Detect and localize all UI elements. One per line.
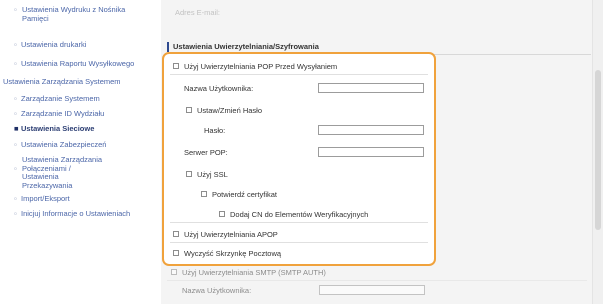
use-smtp-auth-label: Użyj Uwierzytelniania SMTP (SMTP AUTH) [182, 268, 326, 277]
bullet-icon: ▫ [14, 209, 17, 218]
confirm-certificate-label: Potwierdź certyfikat [212, 190, 278, 199]
bullet-icon: ▫ [14, 194, 17, 203]
main-content: Adres E-mail: Ustawienia Uwierzytelniani… [161, 0, 603, 304]
pop-password-label: Hasło: [204, 126, 226, 135]
bullet-icon: ▫ [14, 140, 17, 149]
pop-server-label: Serwer POP: [184, 148, 228, 157]
pop-password-input[interactable] [318, 125, 424, 135]
set-change-password-label: Ustaw/Zmień Hasło [197, 106, 263, 115]
sidebar-item-printer-settings[interactable]: ▫ Ustawienia drukarki [14, 40, 86, 50]
sidebar-item-system-management[interactable]: ▫ Zarządzanie Systemem [14, 94, 100, 104]
bullet-icon: ▫ [14, 164, 17, 173]
bullet-icon: ▫ [14, 5, 17, 14]
divider [167, 280, 587, 281]
bullet-icon: ▫ [14, 109, 17, 118]
sidebar-item-media-print[interactable]: ▫ Ustawienia Wydruku z Nośnika Pamięci [14, 5, 152, 23]
sidebar-heading-system-management[interactable]: Ustawienia Zarządzania Systemem [3, 77, 121, 86]
pop-settings-panel: Użyj Uwierzytelniania POP Przed Wysyłani… [162, 52, 436, 266]
smtp-username-label: Nazwa Użytkownika: [182, 286, 252, 295]
sidebar-item-report-settings[interactable]: ▫ Ustawienia Raportu Wysyłkowego [14, 59, 134, 69]
use-pop-checkbox[interactable] [173, 63, 179, 69]
sidebar-item-department-id[interactable]: ▫ Zarządzanie ID Wydziału [14, 109, 104, 119]
sidebar-item-connection-settings[interactable]: ▫ Ustawienia Zarządzania Połączeniami / … [14, 155, 108, 190]
bullet-icon: ▫ [14, 59, 17, 68]
use-apop-label: Użyj Uwierzytelniania APOP [184, 230, 278, 239]
pop-username-input[interactable] [318, 83, 424, 93]
sidebar-item-security-settings[interactable]: ▫ Ustawienia Zabezpieczeń [14, 140, 106, 150]
sidebar-item-initialize-settings[interactable]: ▫ Inicjuj Informacje o Ustawieniach [14, 209, 130, 219]
sidebar-item-network-settings[interactable]: ■ Ustawienia Sieciowe [14, 124, 94, 134]
vertical-scrollbar[interactable] [592, 0, 603, 304]
confirm-certificate-checkbox[interactable] [201, 191, 207, 197]
clear-mailbox-label: Wyczyść Skrzynkę Pocztową [184, 249, 282, 258]
use-apop-checkbox[interactable] [173, 231, 179, 237]
use-smtp-auth-checkbox[interactable] [171, 269, 177, 275]
email-address-label: Adres E-mail: [175, 8, 221, 17]
bullet-icon: ▫ [14, 40, 17, 49]
pop-username-label: Nazwa Użytkownika: [184, 84, 254, 93]
pop-server-input[interactable] [318, 147, 424, 157]
set-change-password-checkbox[interactable] [186, 107, 192, 113]
bullet-filled-icon: ■ [14, 124, 19, 133]
sidebar-item-import-export[interactable]: ▫ Import/Eksport [14, 194, 70, 204]
add-cn-checkbox[interactable] [219, 211, 225, 217]
divider [170, 74, 428, 75]
use-ssl-checkbox[interactable] [186, 171, 192, 177]
section-title: Ustawienia Uwierzytelniania/Szyfrowania [167, 42, 593, 52]
scrollbar-thumb[interactable] [595, 70, 601, 230]
smtp-username-input[interactable] [319, 285, 425, 295]
bullet-icon: ▫ [14, 94, 17, 103]
divider [170, 242, 428, 243]
add-cn-label: Dodaj CN do Elementów Weryfikacyjnych [230, 210, 369, 219]
clear-mailbox-checkbox[interactable] [173, 250, 179, 256]
smtp-settings-section: Użyj Uwierzytelniania SMTP (SMTP AUTH) N… [167, 266, 597, 304]
divider [170, 222, 428, 223]
use-pop-label: Użyj Uwierzytelniania POP Przed Wysyłani… [184, 62, 338, 71]
use-ssl-label: Użyj SSL [197, 170, 228, 179]
sidebar: ▫ Ustawienia Wydruku z Nośnika Pamięci ▫… [0, 0, 161, 304]
